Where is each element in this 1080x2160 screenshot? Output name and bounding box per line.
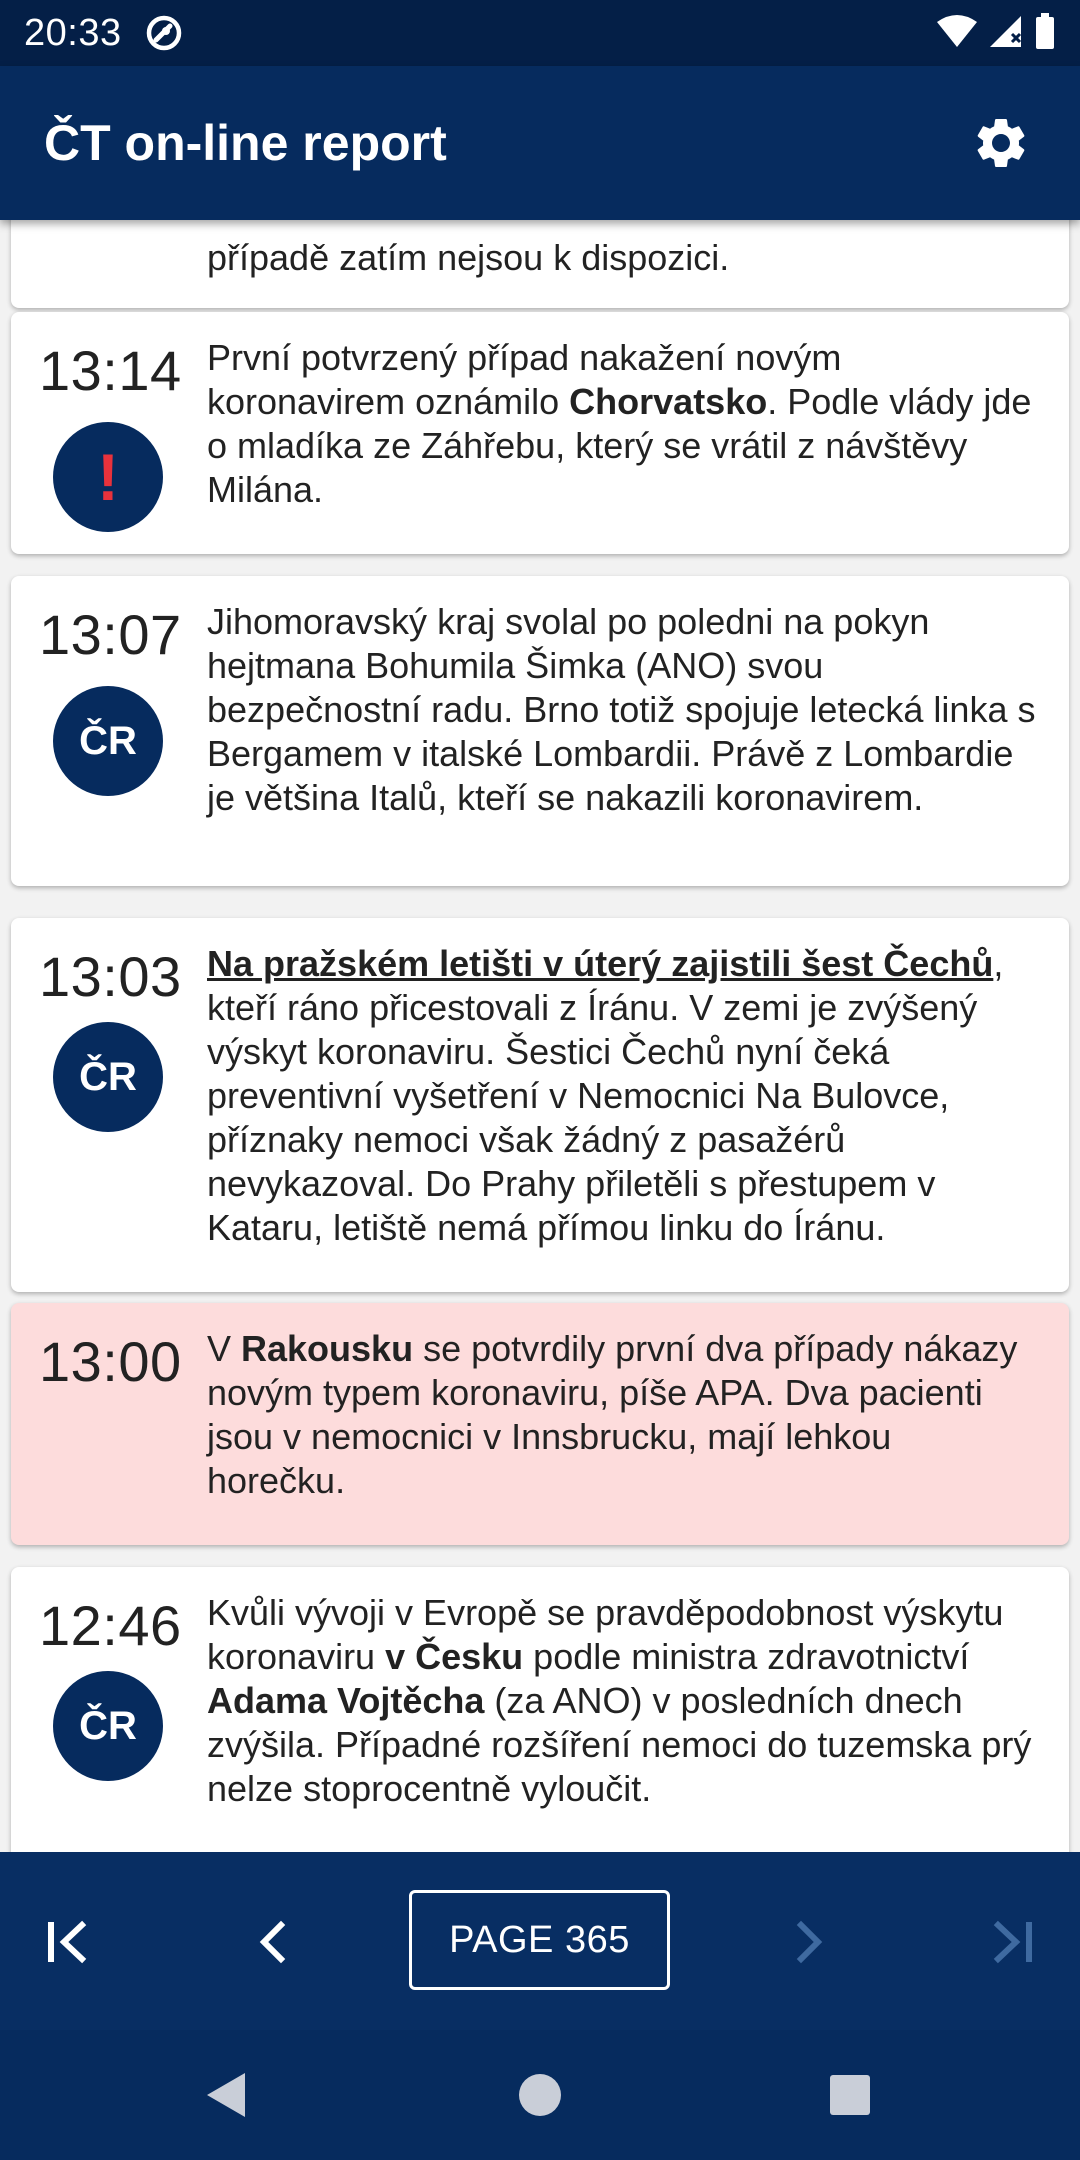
feed-card[interactable]: 13:14 ! První potvrzený případ nakažení … — [11, 312, 1069, 554]
chevron-left-icon[interactable] — [228, 1892, 318, 1992]
bold-keyword: v Česku — [385, 1636, 524, 1677]
app-bar: ČT on-line report — [0, 66, 1080, 220]
region-badge: ČR — [53, 1671, 163, 1781]
partial-feed-card[interactable]: případě zatím nejsou k dispozici. — [11, 220, 1069, 308]
battery-icon — [1034, 12, 1056, 55]
home-circle-icon[interactable] — [490, 2050, 590, 2140]
recents-square-icon[interactable] — [800, 2050, 900, 2140]
chevron-right-icon[interactable] — [764, 1892, 854, 1992]
region-badge-label: ČR — [79, 1054, 137, 1099]
status-time: 20:33 — [24, 11, 122, 54]
alert-badge: ! — [53, 422, 163, 532]
entry-text: Na pražském letišti v úterý zajistili še… — [207, 942, 1039, 1250]
entry-text-segment: V — [207, 1328, 242, 1369]
exclamation-icon: ! — [97, 440, 119, 514]
bold-keyword: Rakousku — [241, 1328, 414, 1369]
gear-icon[interactable] — [966, 108, 1036, 178]
back-triangle-icon[interactable] — [176, 2050, 276, 2140]
feed-card-highlighted[interactable]: 13:00 V Rakousku se potvrdily první dva … — [11, 1303, 1069, 1545]
feed-card[interactable]: 13:07 ČR Jihomoravský kraj svolal po pol… — [11, 576, 1069, 886]
region-badge-label: ČR — [79, 718, 137, 763]
status-bar: 20:33 — [0, 0, 1080, 66]
system-navigation-bar — [0, 2030, 1080, 2160]
entry-text-segment: podle ministra zdravotnictví — [523, 1636, 970, 1677]
wifi-icon — [936, 14, 978, 53]
app-title: ČT on-line report — [44, 115, 447, 171]
region-badge: ČR — [53, 1022, 163, 1132]
bold-keyword: Chorvatsko — [569, 381, 768, 422]
partial-card-text: případě zatím nejsou k dispozici. — [207, 237, 730, 278]
entry-time: 13:07 — [39, 603, 182, 666]
entry-text: První potvrzený případ nakažení novým ko… — [207, 336, 1039, 512]
page-number-button[interactable]: PAGE 365 — [409, 1890, 670, 1990]
first-page-icon[interactable] — [22, 1892, 112, 1992]
app-notification-icon — [144, 13, 184, 53]
entry-text-segment: , kteří ráno přicestovali z Íránu. V zem… — [207, 943, 1004, 1248]
region-badge-label: ČR — [79, 1703, 137, 1748]
article-link[interactable]: Na pražském letišti v úterý zajistili še… — [207, 943, 993, 984]
entry-text-segment: Jihomoravský kraj svolal po poledni na p… — [207, 601, 1036, 818]
entry-time: 13:00 — [39, 1330, 182, 1393]
entry-text: V Rakousku se potvrdily první dva případ… — [207, 1327, 1039, 1503]
pager: PAGE 365 — [0, 1852, 1080, 2030]
entry-text: Jihomoravský kraj svolal po poledni na p… — [207, 600, 1039, 820]
entry-time: 12:46 — [39, 1594, 182, 1657]
entry-time: 13:03 — [39, 945, 182, 1008]
entry-text: Kvůli vývoji v Evropě se pravděpodobnost… — [207, 1591, 1039, 1811]
cellular-signal-icon — [988, 14, 1024, 53]
bold-keyword: Adama Vojtěcha — [207, 1680, 485, 1721]
entry-time: 13:14 — [39, 339, 182, 402]
last-page-icon[interactable] — [968, 1892, 1058, 1992]
feed-card[interactable]: 13:03 ČR Na pražském letišti v úterý zaj… — [11, 918, 1069, 1292]
feed-card[interactable]: 12:46 ČR Kvůli vývoji v Evropě se pravdě… — [11, 1567, 1069, 1852]
report-feed[interactable]: případě zatím nejsou k dispozici. 13:14 … — [0, 220, 1080, 1852]
region-badge: ČR — [53, 686, 163, 796]
